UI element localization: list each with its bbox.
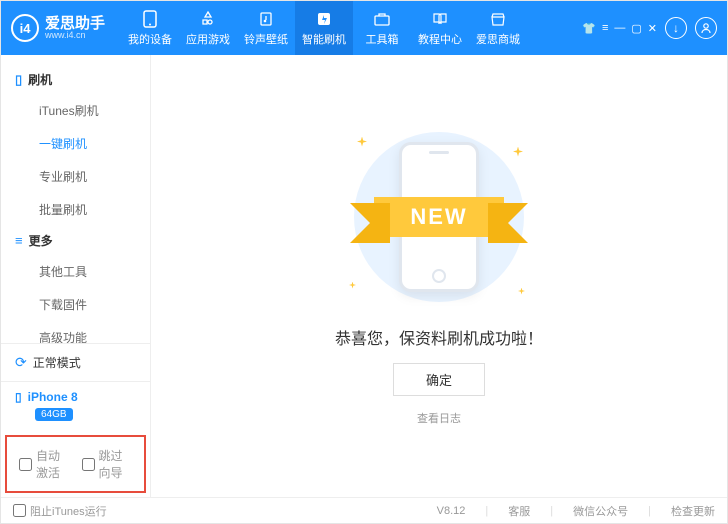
mode-status[interactable]: ⟳ 正常模式 <box>1 343 150 381</box>
device-name: iPhone 8 <box>28 390 78 404</box>
logo-icon: i4 <box>11 14 39 42</box>
nav-store[interactable]: 爱思商城 <box>469 1 527 55</box>
maximize-button[interactable]: ▢ <box>631 22 641 35</box>
phone-icon <box>141 10 159 28</box>
apps-icon <box>199 10 217 28</box>
app-name: 爱思助手 <box>45 16 105 31</box>
sidebar-item-itunes-flash[interactable]: iTunes刷机 <box>1 94 150 127</box>
wechat-link[interactable]: 微信公众号 <box>573 503 628 519</box>
nav-toolbox[interactable]: 工具箱 <box>353 1 411 55</box>
book-icon <box>431 10 449 28</box>
new-ribbon: NEW <box>374 197 504 237</box>
view-log-link[interactable]: 查看日志 <box>417 410 461 426</box>
shirt-icon[interactable]: 👕 <box>582 22 596 35</box>
status-bar: 阻止iTunes运行 V8.12 | 客服 | 微信公众号 | 检查更新 <box>1 497 727 523</box>
sidebar-group-more: ≡ 更多 <box>1 226 150 255</box>
sidebar-item-advanced[interactable]: 高级功能 <box>1 321 150 343</box>
device-icon: ▯ <box>15 390 22 404</box>
nav-my-device[interactable]: 我的设备 <box>121 1 179 55</box>
sidebar-item-pro-flash[interactable]: 专业刷机 <box>1 160 150 193</box>
nav-tabs: 我的设备 应用游戏 铃声壁纸 智能刷机 <box>121 1 527 55</box>
music-icon <box>257 10 275 28</box>
support-link[interactable]: 客服 <box>508 503 530 519</box>
storage-badge: 64GB <box>35 408 73 421</box>
nav-tutorial[interactable]: 教程中心 <box>411 1 469 55</box>
sidebar-item-download-firmware[interactable]: 下载固件 <box>1 288 150 321</box>
sidebar-group-flash: ▯ 刷机 <box>1 65 150 94</box>
flash-icon <box>315 10 333 28</box>
phone-outline-icon: ▯ <box>15 72 22 88</box>
sidebar-item-other-tools[interactable]: 其他工具 <box>1 255 150 288</box>
shop-icon <box>489 10 507 28</box>
refresh-icon: ⟳ <box>15 354 27 371</box>
app-logo: i4 爱思助手 www.i4.cn <box>1 14 121 42</box>
sidebar-item-batch-flash[interactable]: 批量刷机 <box>1 193 150 226</box>
app-url: www.i4.cn <box>45 31 105 40</box>
highlighted-options: 自动激活 跳过向导 <box>5 435 146 493</box>
check-update-link[interactable]: 检查更新 <box>671 503 715 519</box>
device-info[interactable]: ▯ iPhone 8 64GB <box>1 381 150 431</box>
block-itunes-checkbox[interactable]: 阻止iTunes运行 <box>13 503 107 519</box>
nav-apps[interactable]: 应用游戏 <box>179 1 237 55</box>
menu-icon[interactable]: ≡ <box>602 22 608 35</box>
nav-flash[interactable]: 智能刷机 <box>295 1 353 55</box>
title-bar: i4 爱思助手 www.i4.cn 我的设备 应用游戏 <box>1 1 727 55</box>
sidebar: ▯ 刷机 iTunes刷机 一键刷机 专业刷机 批量刷机 ≡ 更多 其他工具 下… <box>1 55 151 497</box>
close-button[interactable]: ✕ <box>648 22 657 35</box>
toolbox-icon <box>373 10 391 28</box>
minimize-button[interactable]: — <box>614 22 625 35</box>
success-message: 恭喜您，保资料刷机成功啦！ <box>335 325 543 349</box>
version-label: V8.12 <box>437 505 466 517</box>
success-illustration: NEW <box>329 127 549 307</box>
auto-activate-checkbox[interactable]: 自动激活 <box>19 447 70 481</box>
confirm-button[interactable]: 确定 <box>393 363 485 396</box>
skip-wizard-checkbox[interactable]: 跳过向导 <box>82 447 133 481</box>
nav-ringtones[interactable]: 铃声壁纸 <box>237 1 295 55</box>
user-button[interactable] <box>695 17 717 39</box>
sidebar-item-oneclick-flash[interactable]: 一键刷机 <box>1 127 150 160</box>
list-icon: ≡ <box>15 233 23 248</box>
main-content: NEW 恭喜您，保资料刷机成功啦！ 确定 查看日志 <box>151 55 727 497</box>
download-button[interactable]: ↓ <box>665 17 687 39</box>
